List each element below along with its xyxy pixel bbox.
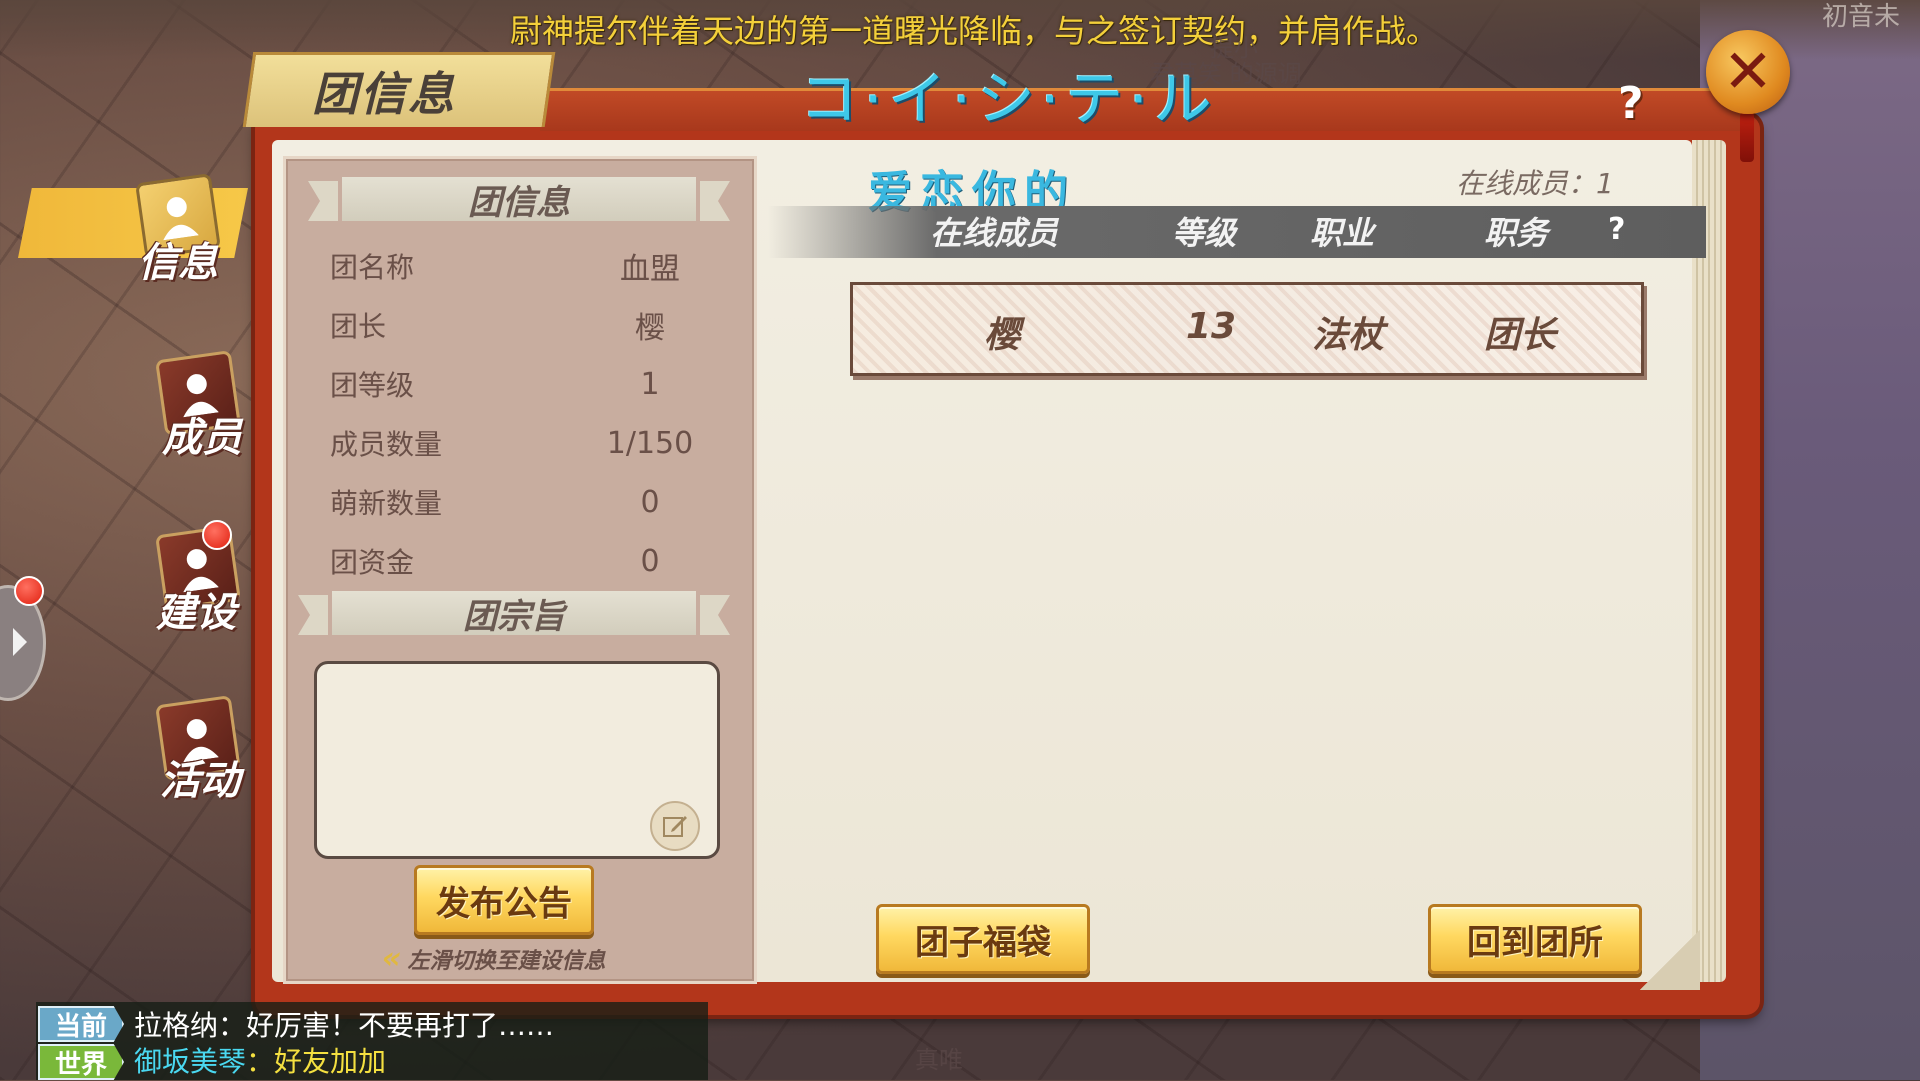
column-header-job: 职业 [1310,214,1375,252]
table-help-button[interactable]: ? [1608,212,1625,247]
top-right-player-name: 初音未 [1822,2,1901,32]
publish-announcement-button[interactable]: 发布公告 [414,865,594,935]
page-curl [1640,930,1700,990]
info-row-guild-level: 团等级 1 [330,359,710,409]
system-marquee: 尉神提尔伴着天边的第一道曙光降临，与之签订契约，并肩作战。 [510,12,1439,50]
info-value: 血盟 [620,252,680,287]
column-header-online-member: 在线成员 [930,214,1059,252]
chat-text: 好友加加 [274,1045,387,1078]
info-value: 1 [640,366,660,402]
nav-item-info[interactable]: 信息 [120,168,250,286]
arrow-right-icon [13,628,27,656]
info-section-header: 团信息 [342,177,696,223]
chat-speaker: 御坂美琴 [134,1045,247,1078]
chat-text: 好厉害！不要再打了…… [246,1009,555,1042]
chat-channel-tag: 世界 [38,1044,124,1080]
member-level: 13 [1186,306,1237,347]
members-table-header [768,206,1706,258]
floating-player-name: 真唯 [915,1046,963,1074]
nav-item-label: 建设 [156,590,236,636]
nav-item-members[interactable]: 成员 [150,345,260,461]
nav-item-label: 信息 [138,240,218,286]
chat-separator: ： [246,1045,275,1078]
column-header-position: 职务 [1484,214,1549,252]
info-row-guild-funds: 团资金 0 [330,536,710,586]
chat-separator: ： [218,1009,247,1042]
chat-message: 拉格纳：好厉害！不要再打了…… [134,1004,554,1044]
info-value: 0 [640,484,660,520]
nav-item-activity[interactable]: 活动 [150,690,260,804]
guild-purpose-text [317,664,717,688]
notification-dot [14,576,44,606]
guild-info-panel: 团信息 团名称 血盟 团长 樱 团等级 1 成员数量 1/150 萌新数量 0 … [283,156,757,984]
close-icon: ✕ [1722,37,1774,107]
swipe-hint-text: 左滑切换至建设信息 [407,948,606,974]
member-name: 樱 [984,315,1021,356]
nav-item-label: 成员 [162,415,242,461]
info-label: 团长 [330,310,387,343]
close-tassel [1740,112,1754,162]
info-label: 团名称 [330,251,415,284]
info-label: 成员数量 [330,428,443,461]
window-title: 团信息 [312,67,456,121]
info-row-guild-name: 团名称 血盟 [330,241,710,291]
close-button[interactable]: ✕ [1706,30,1790,114]
info-row-member-count: 成员数量 1/150 [330,418,710,468]
edit-purpose-button[interactable] [650,801,700,851]
chat-box[interactable]: 当前 拉格纳：好厉害！不要再打了…… 世界 御坂美琴：好友加加 [36,1002,708,1080]
info-row-leader: 团长 樱 [330,300,710,350]
guild-banner-name: コ·イ·シ·テ·ル [800,65,1218,133]
return-to-guild-hall-button[interactable]: 回到团所 [1428,904,1642,974]
info-value: 樱 [635,311,665,346]
double-chevron-left-icon: « [382,941,402,976]
book-page-edge [1692,140,1726,982]
info-row-newbie-count: 萌新数量 0 [330,477,710,527]
notification-dot [202,520,232,550]
help-button[interactable]: ? [1618,78,1644,129]
swipe-hint: « 左滑切换至建设信息 [382,941,606,976]
purpose-section-header: 团宗旨 [332,591,696,637]
column-header-level: 等级 [1172,214,1237,252]
chat-message: 御坂美琴：好友加加 [134,1040,386,1080]
info-value: 0 [640,543,660,579]
info-label: 团等级 [330,369,415,402]
info-value: 1/150 [606,425,694,461]
info-label: 萌新数量 [330,487,443,520]
member-position: 团长 [1484,315,1557,356]
chat-speaker: 拉格纳 [134,1009,219,1042]
info-label: 团资金 [330,546,415,579]
chat-channel-tag: 当前 [38,1006,124,1042]
nav-item-label: 活动 [160,758,240,804]
pencil-edit-icon [663,816,687,837]
lucky-bag-button[interactable]: 团子福袋 [876,904,1090,974]
online-member-count: 在线成员：1 [1456,167,1614,200]
nav-item-build[interactable]: 建设 [150,520,260,636]
member-job: 法杖 [1312,315,1385,356]
